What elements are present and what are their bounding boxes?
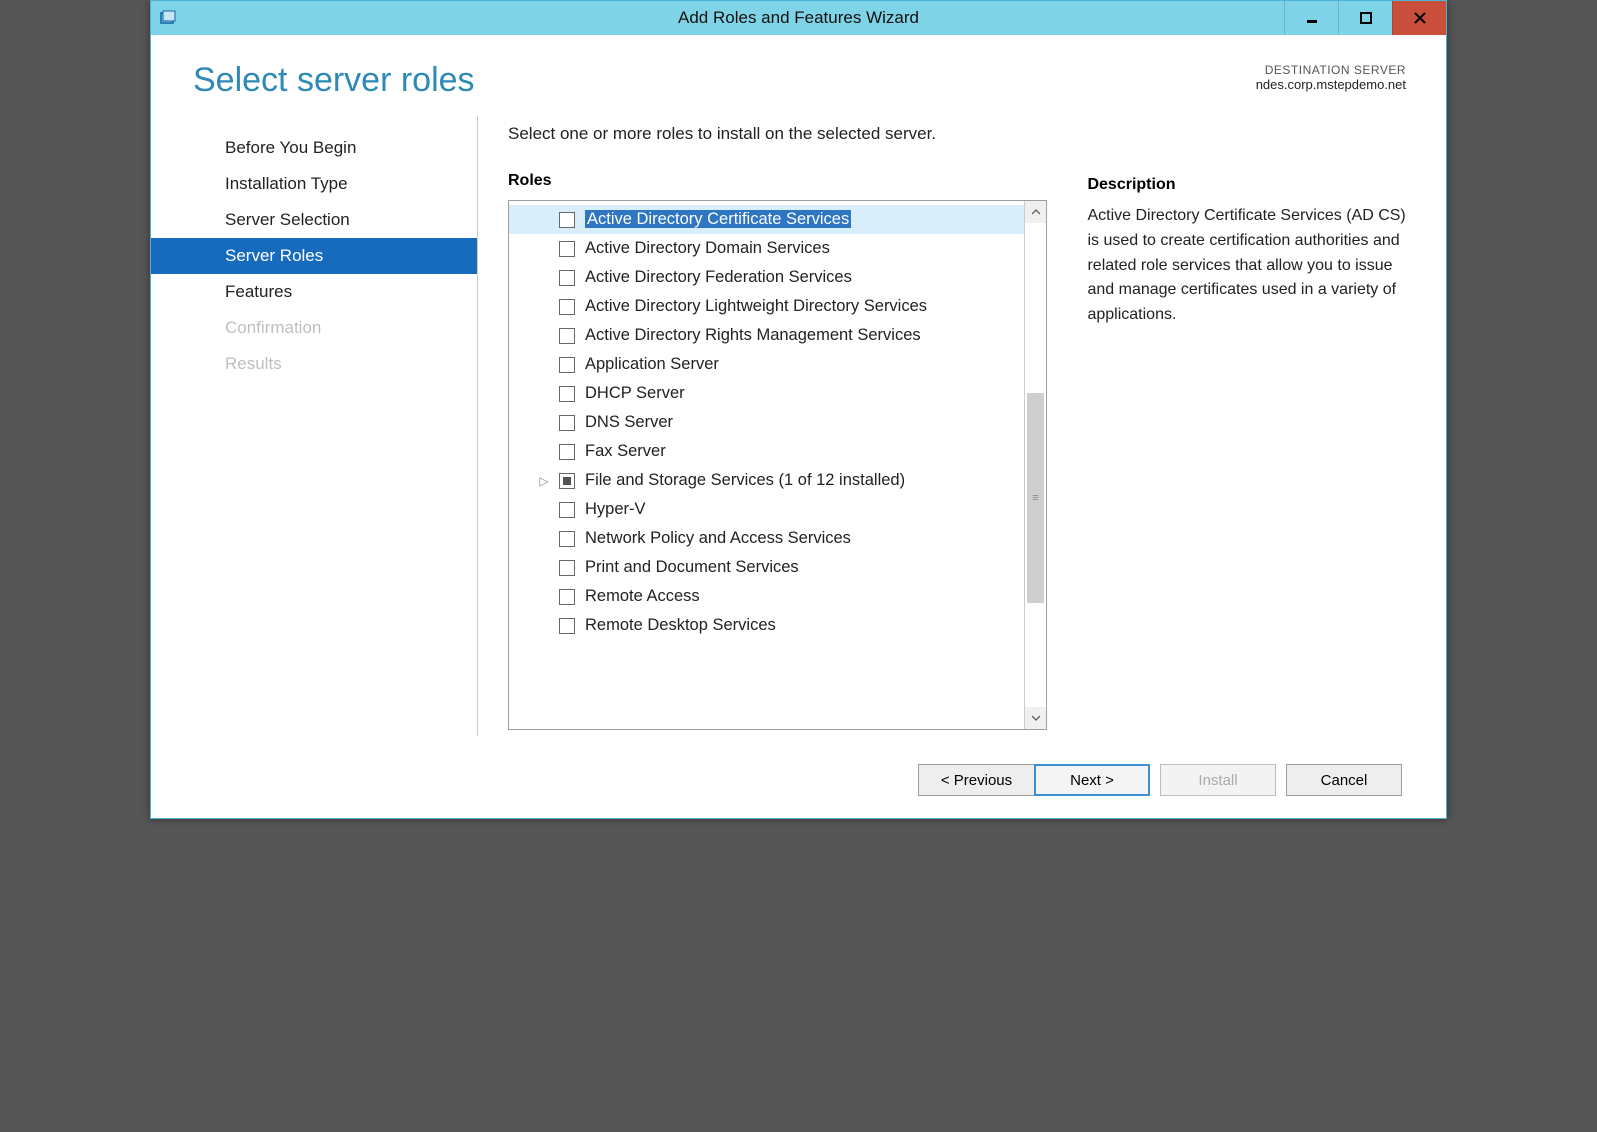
role-checkbox[interactable] [559, 502, 575, 518]
role-checkbox[interactable] [559, 618, 575, 634]
role-row[interactable]: Application Server [509, 350, 1024, 379]
next-button[interactable]: Next > [1034, 764, 1150, 796]
nav-step-6: Results [151, 346, 477, 382]
destination-server-block: DESTINATION SERVER ndes.corp.mstepdemo.n… [1256, 63, 1406, 92]
scroll-track[interactable]: ≡ [1025, 223, 1046, 707]
role-row[interactable]: Active Directory Lightweight Directory S… [509, 292, 1024, 321]
roles-list[interactable]: Active Directory Certificate Services Act… [509, 201, 1024, 729]
role-checkbox[interactable] [559, 357, 575, 373]
role-row[interactable]: Fax Server [509, 437, 1024, 466]
role-label: Application Server [585, 355, 719, 374]
role-row[interactable]: Hyper-V [509, 495, 1024, 524]
role-checkbox[interactable] [559, 386, 575, 402]
destination-server: ndes.corp.mstepdemo.net [1256, 77, 1406, 92]
role-label: Network Policy and Access Services [585, 529, 851, 548]
role-checkbox[interactable] [559, 270, 575, 286]
description-text: Active Directory Certificate Services (A… [1087, 204, 1406, 328]
wizard-nav: Before You BeginInstallation TypeServer … [151, 106, 477, 746]
previous-button[interactable]: < Previous [918, 764, 1034, 796]
nav-step-2[interactable]: Server Selection [151, 202, 477, 238]
close-button[interactable] [1392, 1, 1446, 35]
role-row[interactable]: Network Policy and Access Services [509, 524, 1024, 553]
role-label: Remote Desktop Services [585, 616, 776, 635]
role-row[interactable]: Active Directory Certificate Services [509, 205, 1024, 234]
roles-listbox: Active Directory Certificate Services Act… [508, 200, 1047, 730]
role-label: DNS Server [585, 413, 673, 432]
page-title: Select server roles [193, 61, 1256, 100]
role-row[interactable]: Active Directory Domain Services [509, 234, 1024, 263]
role-label: DHCP Server [585, 384, 685, 403]
window-title: Add Roles and Features Wizard [151, 8, 1446, 28]
destination-label: DESTINATION SERVER [1256, 63, 1406, 77]
install-button: Install [1160, 764, 1276, 796]
role-row[interactable]: Active Directory Federation Services [509, 263, 1024, 292]
role-checkbox[interactable] [559, 299, 575, 315]
role-label: Print and Document Services [585, 558, 799, 577]
minimize-button[interactable] [1284, 1, 1338, 35]
role-checkbox[interactable] [559, 241, 575, 257]
description-header: Description [1087, 176, 1406, 194]
nav-step-1[interactable]: Installation Type [151, 166, 477, 202]
role-row[interactable]: ▷ File and Storage Services (1 of 12 inst… [509, 466, 1024, 495]
nav-step-0[interactable]: Before You Begin [151, 130, 477, 166]
role-label: Hyper-V [585, 500, 646, 519]
scroll-down-button[interactable] [1025, 707, 1046, 729]
wizard-footer: < Previous Next > Install Cancel [151, 746, 1446, 818]
role-label: File and Storage Services (1 of 12 insta… [585, 471, 905, 490]
nav-step-3[interactable]: Server Roles [151, 238, 477, 274]
role-checkbox[interactable] [559, 415, 575, 431]
role-checkbox[interactable] [559, 328, 575, 344]
role-row[interactable]: DHCP Server [509, 379, 1024, 408]
role-checkbox[interactable] [559, 212, 575, 228]
cancel-button[interactable]: Cancel [1286, 764, 1402, 796]
role-checkbox[interactable] [559, 444, 575, 460]
nav-step-5: Confirmation [151, 310, 477, 346]
role-label: Active Directory Certificate Services [585, 210, 851, 229]
role-checkbox[interactable] [559, 473, 575, 489]
role-row[interactable]: DNS Server [509, 408, 1024, 437]
scrollbar[interactable]: ≡ [1024, 201, 1046, 729]
nav-step-4[interactable]: Features [151, 274, 477, 310]
role-label: Remote Access [585, 587, 700, 606]
titlebar[interactable]: Add Roles and Features Wizard [151, 1, 1446, 35]
role-label: Active Directory Federation Services [585, 268, 852, 287]
wizard-window: Add Roles and Features Wizard Select ser… [150, 0, 1447, 819]
role-checkbox[interactable] [559, 560, 575, 576]
role-checkbox[interactable] [559, 531, 575, 547]
role-label: Active Directory Lightweight Directory S… [585, 297, 927, 316]
role-row[interactable]: Remote Desktop Services [509, 611, 1024, 640]
window-buttons [1284, 1, 1446, 35]
instruction-text: Select one or more roles to install on t… [508, 124, 1047, 144]
app-icon [159, 9, 177, 27]
role-label: Fax Server [585, 442, 666, 461]
role-row[interactable]: Active Directory Rights Management Servi… [509, 321, 1024, 350]
scroll-up-button[interactable] [1025, 201, 1046, 223]
roles-header: Roles [508, 172, 1047, 190]
role-checkbox[interactable] [559, 589, 575, 605]
role-row[interactable]: Print and Document Services [509, 553, 1024, 582]
scroll-thumb[interactable]: ≡ [1027, 393, 1044, 603]
role-row[interactable]: Remote Access [509, 582, 1024, 611]
expand-icon[interactable]: ▷ [539, 474, 549, 488]
role-label: Active Directory Rights Management Servi… [585, 326, 921, 345]
maximize-button[interactable] [1338, 1, 1392, 35]
role-label: Active Directory Domain Services [585, 239, 830, 258]
